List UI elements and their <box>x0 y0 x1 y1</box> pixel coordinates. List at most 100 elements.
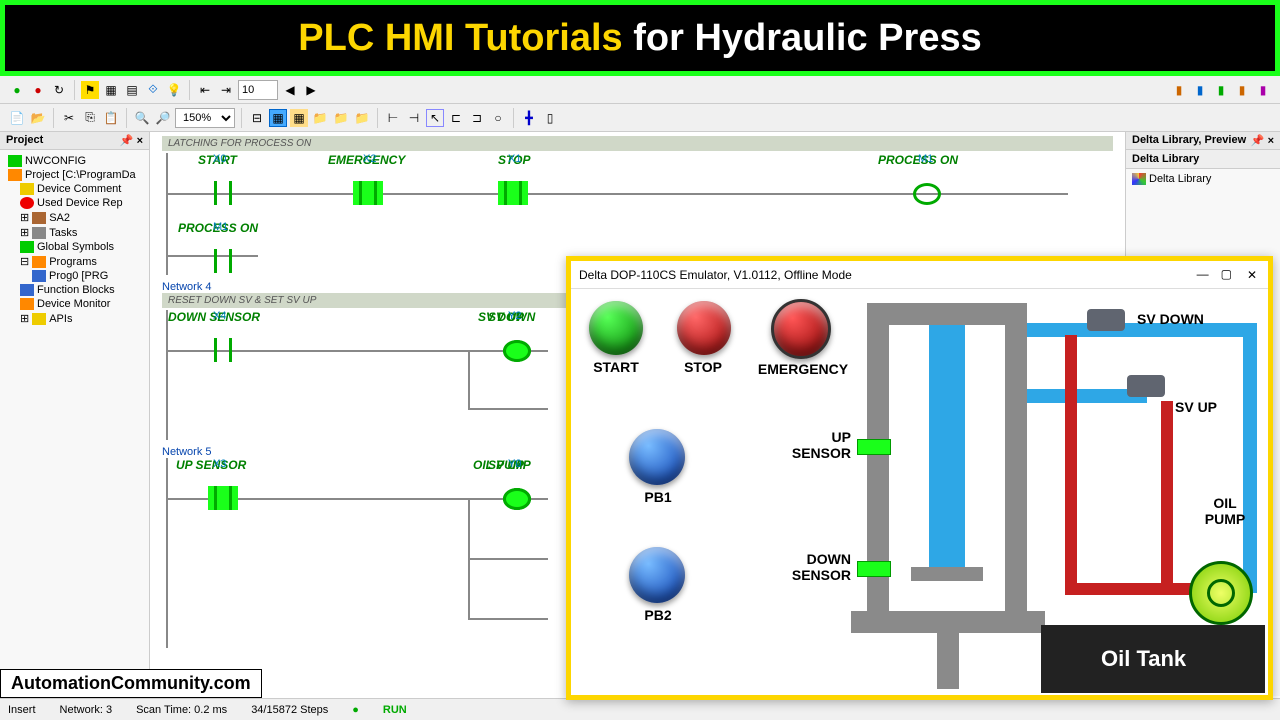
plus-icon[interactable]: ╋ <box>520 109 538 127</box>
tree-item[interactable]: Project [C:\ProgramDa <box>4 168 145 182</box>
tree-item[interactable]: Device Monitor <box>4 297 145 311</box>
press-top <box>867 303 1027 325</box>
c3-icon[interactable]: ○ <box>489 109 507 127</box>
fold2-icon[interactable]: 📁 <box>332 109 350 127</box>
pointer-icon[interactable]: ↖ <box>426 109 444 127</box>
hmi-body: START STOP EMERGENCY PB1 PB2 UP SENSOR D… <box>571 289 1268 695</box>
separator <box>189 80 190 100</box>
coil-y2[interactable] <box>503 340 531 362</box>
c2-icon[interactable]: ⊐ <box>468 109 486 127</box>
emergency-button[interactable] <box>771 299 831 359</box>
tree-item[interactable]: ⊟ Programs <box>4 254 145 269</box>
sel1-icon[interactable]: ▦ <box>269 109 287 127</box>
library-icon <box>1132 173 1146 185</box>
stop-button[interactable] <box>677 301 731 355</box>
rung-3[interactable]: START X0 EMERGENCY X2 STOP X1 PROCESS ON… <box>166 153 1113 221</box>
c1-icon[interactable]: ⊏ <box>447 109 465 127</box>
win3-icon[interactable]: ▮ <box>1212 81 1230 99</box>
pipe-red <box>1161 401 1173 593</box>
prog-icon <box>32 270 46 282</box>
sel2-icon[interactable]: ▦ <box>290 109 308 127</box>
l1-icon[interactable]: ⊢ <box>384 109 402 127</box>
coil-extra[interactable] <box>503 488 531 510</box>
connect-icon[interactable]: ⟐ <box>144 81 162 99</box>
stop-icon[interactable]: ● <box>29 81 47 99</box>
zoom-select[interactable]: 150% <box>175 108 235 128</box>
oil-pump[interactable] <box>1189 561 1253 625</box>
hmi-titlebar[interactable]: Delta DOP-110CS Emulator, V1.0112, Offli… <box>571 261 1268 289</box>
oil-pump-label: OIL PUMP <box>1195 495 1255 527</box>
pb2-label: PB2 <box>633 607 683 623</box>
contact-x0[interactable] <box>208 181 238 205</box>
copy-icon[interactable]: ⎘ <box>81 109 99 127</box>
zoom-out-icon[interactable]: 🔎 <box>154 109 172 127</box>
win4-icon[interactable]: ▮ <box>1233 81 1251 99</box>
win2-icon[interactable]: ▮ <box>1191 81 1209 99</box>
tree-item[interactable]: Function Blocks <box>4 283 145 297</box>
bar-icon[interactable]: ▯ <box>541 109 559 127</box>
separator <box>74 80 75 100</box>
pb1-button[interactable] <box>629 429 685 485</box>
network3-comment: LATCHING FOR PROCESS ON <box>162 136 1113 151</box>
tree-item[interactable]: Prog0 [PRG <box>4 269 145 283</box>
nav2-icon[interactable]: ⇥ <box>217 81 235 99</box>
contact-x2[interactable] <box>353 181 383 205</box>
watermark: AutomationCommunity.com <box>0 669 262 698</box>
hmi-emulator-window: Delta DOP-110CS Emulator, V1.0112, Offli… <box>566 256 1273 700</box>
start-button[interactable] <box>589 301 643 355</box>
tool-icon[interactable]: ⚑ <box>81 81 99 99</box>
l2-icon[interactable]: ⊣ <box>405 109 423 127</box>
library-sub: Delta Library <box>1126 150 1280 169</box>
tree-item[interactable]: ⊞ APIs <box>4 311 145 326</box>
minimize-icon[interactable]: — <box>1197 267 1209 283</box>
apis-icon <box>32 313 46 325</box>
stop-label: STOP <box>673 359 733 375</box>
tree-item[interactable]: Used Device Rep <box>4 196 145 210</box>
tree-item[interactable]: ⊞ Tasks <box>4 225 145 240</box>
project-tree[interactable]: NWCONFIG Project [C:\ProgramDa Device Co… <box>0 150 149 330</box>
win5-icon[interactable]: ▮ <box>1254 81 1272 99</box>
hmi-title: Delta DOP-110CS Emulator, V1.0112, Offli… <box>579 268 852 282</box>
refresh-icon[interactable]: ↻ <box>50 81 68 99</box>
fold3-icon[interactable]: 📁 <box>353 109 371 127</box>
new-icon[interactable]: 📄 <box>8 109 26 127</box>
pipe-red <box>1065 335 1077 593</box>
paste-icon[interactable]: 📋 <box>102 109 120 127</box>
contact-x3[interactable] <box>208 486 238 510</box>
toolbar-row2: 📄 📂 ✂ ⎘ 📋 🔍 🔎 150% ⊟ ▦ ▦ 📁 📁 📁 ⊢ ⊣ ↖ ⊏ ⊐… <box>0 104 1280 132</box>
library-root[interactable]: Delta Library <box>1126 169 1280 189</box>
emergency-label: EMERGENCY <box>753 361 853 377</box>
tree-item[interactable]: ⊞ SA2 <box>4 210 145 225</box>
globals-icon <box>20 241 34 253</box>
banner-text: PLC HMI Tutorials for Hydraulic Press <box>298 17 981 60</box>
zoom-in-icon[interactable]: 🔍 <box>133 109 151 127</box>
tree-item[interactable]: NWCONFIG <box>4 154 145 168</box>
spin-input[interactable] <box>238 80 278 100</box>
project-panel-pin[interactable]: 📌 × <box>120 134 143 147</box>
contact-m1[interactable] <box>208 249 238 273</box>
nav-icon[interactable]: ⇤ <box>196 81 214 99</box>
bulb-icon[interactable]: 💡 <box>165 81 183 99</box>
coil-m1[interactable] <box>913 183 941 205</box>
cut-icon[interactable]: ✂ <box>60 109 78 127</box>
sv-down-label: SV DOWN <box>1137 311 1227 327</box>
rung-icon[interactable]: ⊟ <box>248 109 266 127</box>
nav4-icon[interactable]: ▶ <box>302 81 320 99</box>
open-icon[interactable]: 📂 <box>29 109 47 127</box>
fold1-icon[interactable]: 📁 <box>311 109 329 127</box>
sv-down-valve[interactable] <box>1087 309 1125 331</box>
contact-x4[interactable] <box>208 338 238 362</box>
nav3-icon[interactable]: ◀ <box>281 81 299 99</box>
grid2-icon[interactable]: ▤ <box>123 81 141 99</box>
sv-up-valve[interactable] <box>1127 375 1165 397</box>
tree-item[interactable]: Device Comment <box>4 182 145 196</box>
grid-icon[interactable]: ▦ <box>102 81 120 99</box>
close-icon[interactable]: ✕ <box>1244 267 1260 283</box>
tree-item[interactable]: Global Symbols <box>4 240 145 254</box>
contact-x1[interactable] <box>498 181 528 205</box>
win1-icon[interactable]: ▮ <box>1170 81 1188 99</box>
pb2-button[interactable] <box>629 547 685 603</box>
maximize-icon[interactable]: ▢ <box>1221 267 1232 283</box>
status-bar: Insert Network: 3 Scan Time: 0.2 ms 34/1… <box>0 698 1280 720</box>
globe-icon[interactable]: ● <box>8 81 26 99</box>
